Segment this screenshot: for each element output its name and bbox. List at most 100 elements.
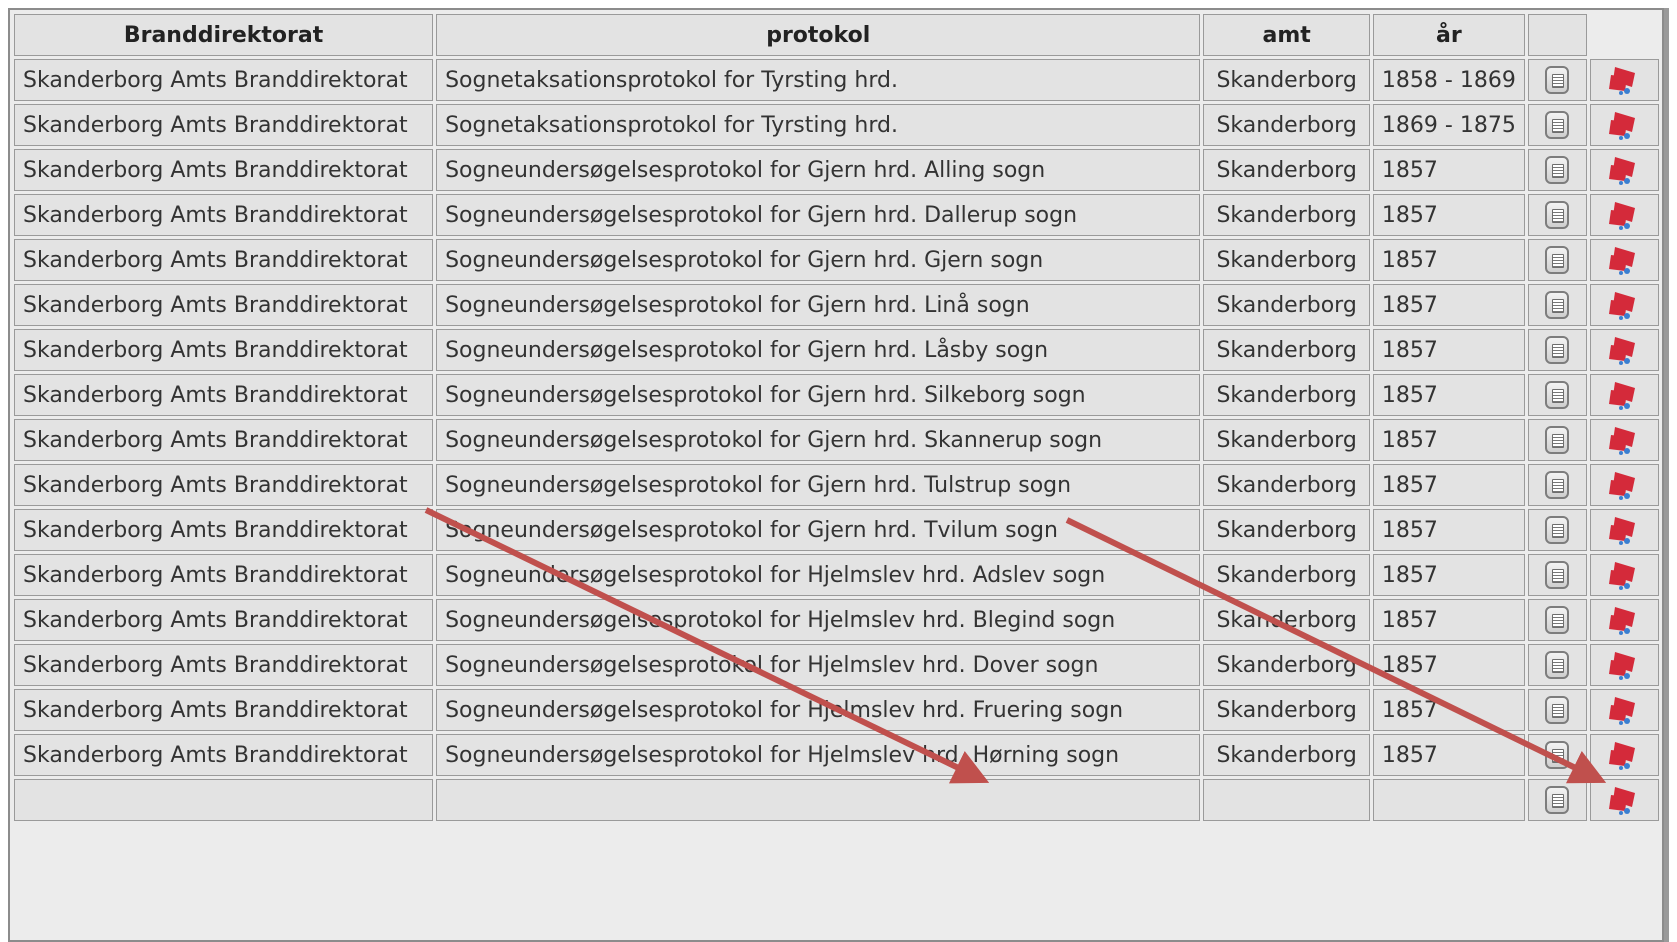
header-blank-map [1590, 14, 1659, 56]
table-row[interactable]: Skanderborg Amts Branddirektorat Sogneun… [14, 644, 1659, 686]
document-icon[interactable] [1545, 336, 1570, 364]
document-icon[interactable] [1545, 606, 1570, 634]
document-icon[interactable] [1545, 516, 1570, 544]
flag-map-icon[interactable] [1607, 513, 1641, 547]
table-row[interactable]: Skanderborg Amts Branddirektorat Sogneun… [14, 689, 1659, 731]
table-row[interactable] [14, 779, 1659, 821]
table-row[interactable]: Skanderborg Amts Branddirektorat Sogneun… [14, 419, 1659, 461]
flag-map-icon[interactable] [1607, 243, 1641, 277]
cell-year: 1857 [1372, 374, 1525, 416]
flag-map-icon[interactable] [1607, 108, 1641, 142]
flag-map-icon[interactable] [1607, 738, 1641, 772]
flag-map-icon[interactable] [1607, 198, 1641, 232]
cell-year: 1857 [1372, 689, 1525, 731]
cell-map [1589, 104, 1659, 146]
cell-protocol: Sogneundersøgelsesprotokol for Hjelmslev… [436, 689, 1201, 731]
header-year[interactable]: år [1372, 14, 1525, 56]
flag-map-icon[interactable] [1607, 648, 1641, 682]
document-icon[interactable] [1545, 561, 1570, 589]
table-row[interactable]: Skanderborg Amts Branddirektorat Sogneun… [14, 329, 1659, 371]
cell-year: 1857 [1372, 284, 1525, 326]
table-row[interactable]: Skanderborg Amts Branddirektorat Sogneun… [14, 464, 1659, 506]
cell-county: Skanderborg [1203, 599, 1370, 641]
document-icon[interactable] [1545, 201, 1570, 229]
cell-protocol: Sogneundersøgelsesprotokol for Gjern hrd… [436, 284, 1201, 326]
cell-details [1527, 734, 1587, 776]
document-icon[interactable] [1545, 786, 1570, 814]
flag-map-icon[interactable] [1607, 63, 1641, 97]
cell-year: 1858 - 1869 [1372, 59, 1525, 101]
table-body: Skanderborg Amts Branddirektorat Sogneta… [14, 59, 1659, 821]
document-icon[interactable] [1545, 696, 1570, 724]
table-row[interactable]: Skanderborg Amts Branddirektorat Sogneun… [14, 149, 1659, 191]
document-icon[interactable] [1545, 246, 1570, 274]
flag-map-icon[interactable] [1607, 783, 1641, 817]
cell-protocol: Sognetaksationsprotokol for Tyrsting hrd… [436, 104, 1201, 146]
header-directorate[interactable]: Branddirektorat [14, 14, 434, 56]
flag-map-icon[interactable] [1607, 468, 1641, 502]
cell-protocol: Sogneundersøgelsesprotokol for Hjelmslev… [436, 599, 1201, 641]
document-icon[interactable] [1545, 66, 1570, 94]
table-row[interactable]: Skanderborg Amts Branddirektorat Sogneta… [14, 59, 1659, 101]
table-row[interactable]: Skanderborg Amts Branddirektorat Sogneun… [14, 734, 1659, 776]
cell-year: 1857 [1372, 329, 1525, 371]
document-icon[interactable] [1545, 291, 1570, 319]
flag-map-icon[interactable] [1607, 288, 1641, 322]
cell-map [1589, 239, 1659, 281]
cell-details [1527, 779, 1587, 821]
table-row[interactable]: Skanderborg Amts Branddirektorat Sogneun… [14, 194, 1659, 236]
cell-protocol: Sogneundersøgelsesprotokol for Hjelmslev… [436, 644, 1201, 686]
table-row[interactable]: Skanderborg Amts Branddirektorat Sogneun… [14, 284, 1659, 326]
cell-details [1527, 194, 1587, 236]
cell-year: 1857 [1372, 239, 1525, 281]
cell-directorate: Skanderborg Amts Branddirektorat [14, 329, 434, 371]
cell-year: 1857 [1372, 734, 1525, 776]
cell-year: 1857 [1372, 419, 1525, 461]
table-row[interactable]: Skanderborg Amts Branddirektorat Sogneun… [14, 599, 1659, 641]
cell-county: Skanderborg [1203, 374, 1370, 416]
cell-county: Skanderborg [1203, 554, 1370, 596]
document-icon[interactable] [1545, 381, 1570, 409]
cell-directorate: Skanderborg Amts Branddirektorat [14, 509, 434, 551]
table-row[interactable]: Skanderborg Amts Branddirektorat Sogneun… [14, 554, 1659, 596]
cell-directorate: Skanderborg Amts Branddirektorat [14, 464, 434, 506]
document-icon[interactable] [1545, 426, 1570, 454]
document-icon[interactable] [1545, 741, 1570, 769]
flag-map-icon[interactable] [1607, 153, 1641, 187]
flag-map-icon[interactable] [1607, 333, 1641, 367]
cell-map [1589, 464, 1659, 506]
header-county[interactable]: amt [1203, 14, 1370, 56]
cell-year: 1857 [1372, 194, 1525, 236]
header-protocol[interactable]: protokol [436, 14, 1201, 56]
cell-directorate: Skanderborg Amts Branddirektorat [14, 104, 434, 146]
cell-map [1589, 374, 1659, 416]
document-icon[interactable] [1545, 471, 1570, 499]
document-icon[interactable] [1545, 156, 1570, 184]
cell-map [1589, 599, 1659, 641]
cell-map [1589, 284, 1659, 326]
cell-protocol: Sognetaksationsprotokol for Tyrsting hrd… [436, 59, 1201, 101]
cell-directorate: Skanderborg Amts Branddirektorat [14, 374, 434, 416]
flag-map-icon[interactable] [1607, 378, 1641, 412]
cell-map [1589, 329, 1659, 371]
cell-details [1527, 104, 1587, 146]
header-blank-details [1527, 14, 1587, 56]
flag-map-icon[interactable] [1607, 423, 1641, 457]
table-row[interactable]: Skanderborg Amts Branddirektorat Sogneta… [14, 104, 1659, 146]
table-row[interactable]: Skanderborg Amts Branddirektorat Sogneun… [14, 509, 1659, 551]
cell-protocol: Sogneundersøgelsesprotokol for Gjern hrd… [436, 464, 1201, 506]
document-icon[interactable] [1545, 651, 1570, 679]
table-row[interactable]: Skanderborg Amts Branddirektorat Sogneun… [14, 374, 1659, 416]
flag-map-icon[interactable] [1607, 603, 1641, 637]
cell-protocol [436, 779, 1201, 821]
flag-map-icon[interactable] [1607, 693, 1641, 727]
cell-county: Skanderborg [1203, 734, 1370, 776]
cell-directorate: Skanderborg Amts Branddirektorat [14, 284, 434, 326]
cell-directorate: Skanderborg Amts Branddirektorat [14, 59, 434, 101]
cell-county: Skanderborg [1203, 239, 1370, 281]
cell-details [1527, 554, 1587, 596]
flag-map-icon[interactable] [1607, 558, 1641, 592]
table-row[interactable]: Skanderborg Amts Branddirektorat Sogneun… [14, 239, 1659, 281]
cell-map [1589, 509, 1659, 551]
document-icon[interactable] [1545, 111, 1570, 139]
